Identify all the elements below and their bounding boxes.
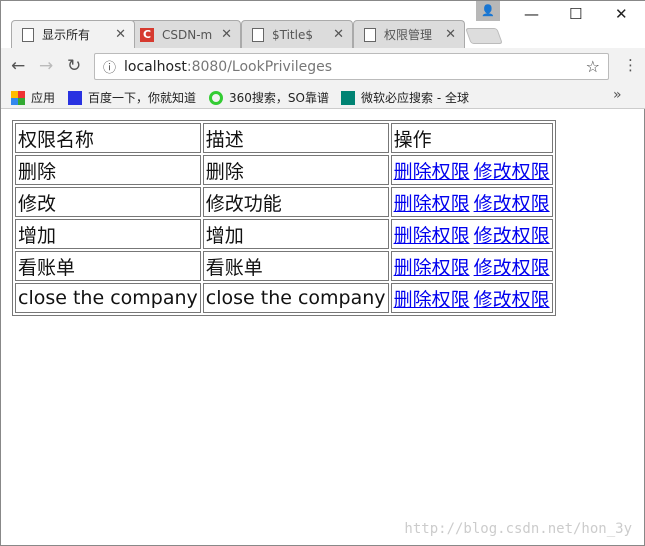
csdn-icon: C — [140, 27, 154, 42]
baidu-icon — [68, 90, 82, 105]
table-row: 修改 修改功能 删除权限 修改权限 — [15, 187, 553, 217]
close-window-icon[interactable]: ✕ — [615, 5, 628, 23]
edit-privilege-link[interactable]: 修改权限 — [474, 193, 550, 215]
close-icon[interactable]: ✕ — [445, 27, 456, 42]
bookmark-bing[interactable]: 微软必应搜索 - 全球 — [341, 89, 481, 106]
actions-cell: 删除权限 修改权限 — [390, 219, 553, 249]
privilege-name: 看账单 — [15, 251, 201, 281]
page-icon — [252, 27, 264, 42]
delete-privilege-link[interactable]: 删除权限 — [394, 289, 470, 311]
title-bar: 显示所有 ✕ C CSDN-m ✕ $Title$ ✕ 权限管理 ✕ 👤 — ☐ ✕ — [1, 1, 645, 48]
maximize-icon[interactable]: ☐ — [569, 5, 582, 23]
page-icon — [364, 27, 376, 42]
bookmark-apps[interactable]: 应用 — [11, 89, 55, 106]
privilege-name: close the company — [15, 283, 201, 313]
minimize-icon[interactable]: — — [524, 5, 539, 23]
privilege-name: 增加 — [15, 219, 201, 249]
reload-icon[interactable]: ↻ — [67, 56, 81, 76]
address-bar[interactable]: ⓘ localhost:8080/LookPrivileges ☆ — [94, 53, 609, 80]
tab-2[interactable]: $Title$ ✕ — [241, 20, 353, 48]
privilege-desc: close the company — [202, 283, 389, 313]
profile-icon[interactable]: 👤 — [476, 1, 500, 21]
toolbar: ← → ↻ ⓘ localhost:8080/LookPrivileges ☆ … — [1, 48, 645, 85]
privilege-name: 修改 — [15, 187, 201, 217]
360-icon — [209, 90, 223, 105]
more-bookmarks-icon[interactable]: » — [613, 87, 622, 103]
close-icon[interactable]: ✕ — [221, 27, 232, 42]
new-tab-button[interactable] — [465, 28, 503, 44]
table-row: 增加 增加 删除权限 修改权限 — [15, 219, 553, 249]
bookmark-baidu[interactable]: 百度一下，你就知道 — [68, 89, 196, 106]
header-name: 权限名称 — [15, 123, 201, 153]
table-row: close the company close the company 删除权限 修改… — [15, 283, 553, 313]
bookmarks-bar: 应用 百度一下，你就知道 360搜索，SO靠谱 微软必应搜索 - 全球 » — [1, 85, 645, 109]
watermark: http://blog.csdn.net/hon_3y — [404, 521, 632, 537]
table-header-row: 权限名称 描述 操作 — [15, 123, 553, 153]
header-desc: 描述 — [202, 123, 389, 153]
table-row: 看账单 看账单 删除权限 修改权限 — [15, 251, 553, 281]
delete-privilege-link[interactable]: 删除权限 — [394, 225, 470, 247]
privilege-name: 删除 — [15, 155, 201, 185]
privilege-desc: 修改功能 — [202, 187, 389, 217]
tab-0[interactable]: 显示所有 ✕ — [11, 20, 135, 48]
privilege-desc: 增加 — [202, 219, 389, 249]
header-action: 操作 — [390, 123, 553, 153]
privileges-table: 权限名称 描述 操作 删除 删除 删除权限 修改权限 修改 修改功能 删除权限 修改权限 增加增… — [12, 120, 556, 316]
tab-3[interactable]: 权限管理 ✕ — [353, 20, 465, 48]
delete-privilege-link[interactable]: 删除权限 — [394, 161, 470, 183]
page-icon — [22, 27, 34, 42]
actions-cell: 删除权限 修改权限 — [390, 187, 553, 217]
info-icon: ⓘ — [103, 61, 117, 76]
close-icon[interactable]: ✕ — [115, 27, 126, 42]
table-row: 删除 删除 删除权限 修改权限 — [15, 155, 553, 185]
tab-1[interactable]: C CSDN-m ✕ — [129, 20, 241, 48]
back-icon[interactable]: ← — [11, 56, 25, 76]
actions-cell: 删除权限 修改权限 — [390, 283, 553, 313]
close-icon[interactable]: ✕ — [333, 27, 344, 42]
privilege-desc: 看账单 — [202, 251, 389, 281]
actions-cell: 删除权限 修改权限 — [390, 251, 553, 281]
edit-privilege-link[interactable]: 修改权限 — [474, 161, 550, 183]
actions-cell: 删除权限 修改权限 — [390, 155, 553, 185]
menu-icon[interactable]: ⋮ — [623, 56, 638, 74]
bookmark-360[interactable]: 360搜索，SO靠谱 — [209, 89, 329, 106]
delete-privilege-link[interactable]: 删除权限 — [394, 257, 470, 279]
delete-privilege-link[interactable]: 删除权限 — [394, 193, 470, 215]
edit-privilege-link[interactable]: 修改权限 — [474, 225, 550, 247]
star-icon[interactable]: ☆ — [586, 57, 600, 76]
edit-privilege-link[interactable]: 修改权限 — [474, 257, 550, 279]
privilege-desc: 删除 — [202, 155, 389, 185]
apps-icon — [11, 90, 25, 105]
bing-icon — [341, 90, 355, 105]
edit-privilege-link[interactable]: 修改权限 — [474, 289, 550, 311]
forward-icon[interactable]: → — [39, 56, 53, 76]
